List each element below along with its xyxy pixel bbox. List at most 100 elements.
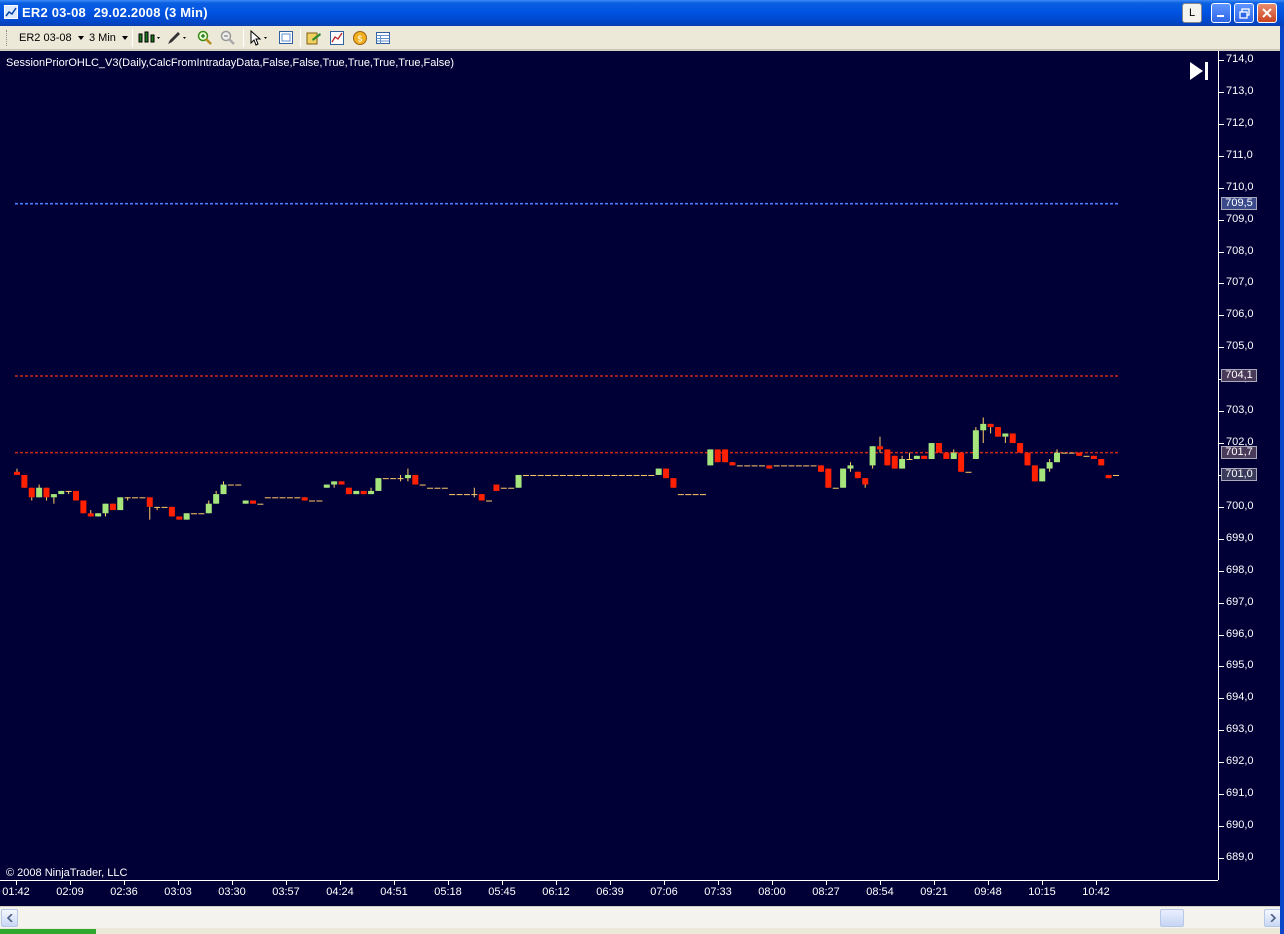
indicators-icon[interactable] <box>328 29 346 47</box>
horizontal-scrollbar[interactable] <box>0 906 1284 928</box>
cursor-icon[interactable] <box>248 29 272 47</box>
data-box-icon[interactable] <box>277 29 295 47</box>
candle-body <box>205 503 212 514</box>
candle-bar <box>360 490 367 495</box>
scroll-left-button[interactable] <box>1 909 18 927</box>
candle-bar <box>862 478 869 488</box>
time-tick-label: 10:42 <box>1082 886 1110 898</box>
candle-bar <box>301 497 308 501</box>
price-tick-label: 703,0 <box>1226 404 1254 417</box>
candle-bar <box>751 465 758 467</box>
candle-bar <box>980 417 987 444</box>
time-tick-label: 03:57 <box>272 886 300 898</box>
strategy-icon[interactable]: $ <box>351 29 369 47</box>
candle-bar <box>309 500 316 502</box>
price-marker: 701,7 <box>1221 445 1257 459</box>
restore-button[interactable] <box>1234 3 1254 23</box>
candle-body <box>994 427 1001 437</box>
price-tick <box>1219 283 1224 285</box>
price-tick-label: 709,0 <box>1226 212 1254 225</box>
chevron-left-icon <box>6 914 13 922</box>
candle-bar <box>648 474 655 476</box>
candle-body <box>390 478 397 480</box>
order-grid-icon[interactable] <box>374 29 392 47</box>
properties-icon[interactable] <box>305 29 323 47</box>
zoom-in-icon[interactable] <box>196 29 214 47</box>
close-icon <box>1262 8 1272 18</box>
minimize-button[interactable] <box>1211 3 1231 23</box>
time-axis[interactable]: 01:42 02:09 02:36 03:03 03:30 03:57 04:24 04:51… <box>0 880 1218 906</box>
time-tick <box>1042 881 1043 885</box>
svg-text:$: $ <box>357 35 363 45</box>
candle-body <box>338 481 345 485</box>
candle-body <box>80 500 87 514</box>
candle-bar <box>552 474 559 476</box>
price-chart-panel[interactable]: SessionPriorOHLC_V3(Daily,CalcFromIntrad… <box>0 51 1218 880</box>
restore-icon <box>1238 7 1250 19</box>
skip-to-end-icon[interactable] <box>1188 61 1210 81</box>
candle-bar <box>545 474 552 476</box>
candle-body <box>795 465 802 467</box>
candle-body <box>183 513 190 520</box>
candle-bar <box>987 423 994 434</box>
scroll-right-button[interactable] <box>1264 909 1281 927</box>
candle-bar <box>1039 468 1046 482</box>
candle-body <box>906 459 913 460</box>
candle-bar <box>486 500 493 502</box>
candle-body <box>213 494 220 504</box>
candle-bar <box>670 478 677 488</box>
candle-body <box>139 497 146 499</box>
window-title-bar[interactable]: ER2 03-08 29.02.2008 (3 Min) L <box>0 0 1284 26</box>
candle-bar <box>958 452 965 472</box>
zoom-out-icon[interactable] <box>219 29 237 47</box>
scroll-thumb[interactable] <box>1160 909 1184 927</box>
candle-body <box>751 465 758 467</box>
candle-body <box>1068 452 1075 454</box>
time-tick-label: 01:42 <box>2 886 30 898</box>
candle-body <box>272 497 279 499</box>
chevron-down-icon <box>77 36 84 41</box>
candle-body <box>397 478 404 480</box>
candle-body <box>146 497 153 507</box>
candle-body <box>670 478 677 488</box>
candlestick-chart[interactable] <box>0 51 1218 880</box>
close-button[interactable] <box>1257 3 1277 23</box>
candle-body <box>987 423 994 428</box>
candle-body <box>545 474 552 476</box>
candlestick-style-icon[interactable] <box>137 29 163 47</box>
candle-bar <box>522 474 529 476</box>
instrument-selector[interactable]: ER2 03-08 <box>19 30 84 46</box>
interval-selector[interactable]: 3 Min <box>89 30 128 46</box>
time-tick-label: 02:09 <box>56 886 84 898</box>
time-tick-label: 07:33 <box>704 886 732 898</box>
candle-body <box>648 474 655 476</box>
candle-body <box>50 494 57 498</box>
toolbar-grip[interactable] <box>6 30 9 46</box>
candle-bar <box>404 468 411 482</box>
candle-body <box>744 465 751 467</box>
time-tick <box>880 881 881 885</box>
drawing-pencil-icon[interactable] <box>166 29 190 47</box>
link-button[interactable]: L <box>1182 3 1202 23</box>
candle-bar <box>840 468 847 488</box>
instrument-label: ER2 03-08 <box>19 32 72 44</box>
candle-body <box>943 452 950 459</box>
price-axis[interactable]: 714,0 713,0 712,0 711,0 710,0 709,0 708,0 707,0… <box>1218 51 1280 880</box>
candle-bar <box>382 478 389 480</box>
candle-body <box>58 490 65 495</box>
status-accent <box>0 929 96 934</box>
candle-body <box>191 513 198 515</box>
time-tick <box>610 881 611 885</box>
time-tick <box>664 881 665 885</box>
candle-body <box>301 497 308 501</box>
candle-body <box>1083 455 1090 457</box>
candle-bar <box>227 484 234 486</box>
time-tick-label: 09:48 <box>974 886 1002 898</box>
candle-bar <box>95 513 102 517</box>
candle-bar <box>250 500 257 504</box>
time-tick <box>232 881 233 885</box>
candle-body <box>109 503 116 511</box>
price-marker: 709,5 <box>1221 196 1257 210</box>
price-tick <box>1219 634 1224 636</box>
candle-body <box>294 497 301 499</box>
